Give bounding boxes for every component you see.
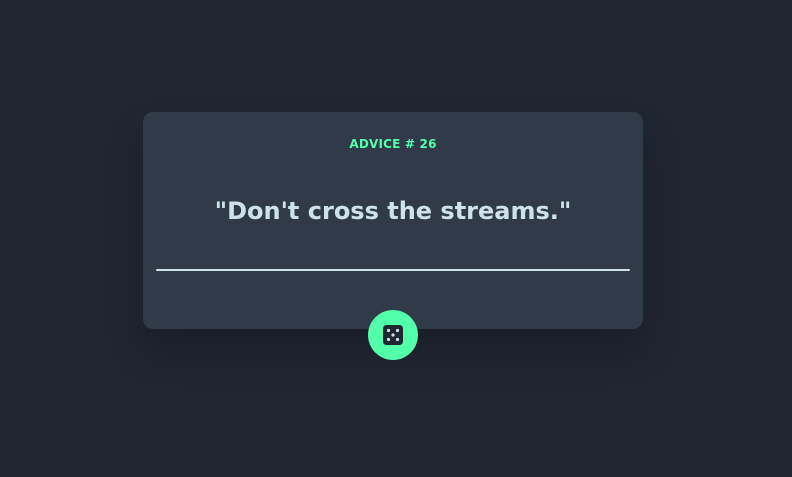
generate-advice-button[interactable]: [368, 310, 418, 360]
dice-icon: [382, 324, 404, 346]
advice-card: ADVICE # 26 "Don't cross the streams.": [143, 112, 643, 329]
advice-quote: "Don't cross the streams.": [214, 197, 572, 225]
advice-id: ADVICE # 26: [349, 137, 437, 151]
app-viewport: ADVICE # 26 "Don't cross the streams.": [0, 0, 792, 477]
divider: [156, 269, 630, 271]
